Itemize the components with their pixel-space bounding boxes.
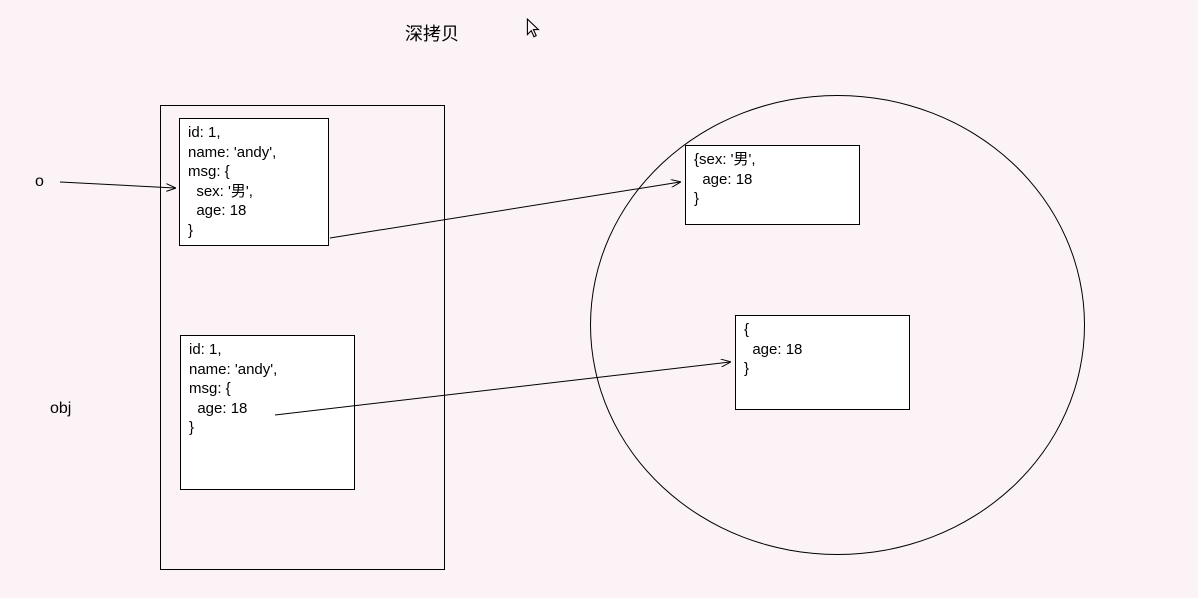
- diagram-title: 深拷贝: [405, 20, 459, 46]
- code-box-msg-copy: {sex: '男', age: 18 }: [685, 145, 860, 225]
- cursor-icon: [525, 18, 543, 40]
- code-box-age-copy: { age: 18 }: [735, 315, 910, 410]
- arrow-o-to-box: [60, 182, 175, 188]
- code-box-o: id: 1, name: 'andy', msg: { sex: '男', ag…: [179, 118, 329, 246]
- code-box-obj: id: 1, name: 'andy', msg: { age: 18 }: [180, 335, 355, 490]
- label-obj: obj: [50, 400, 71, 418]
- label-o: o: [35, 173, 44, 191]
